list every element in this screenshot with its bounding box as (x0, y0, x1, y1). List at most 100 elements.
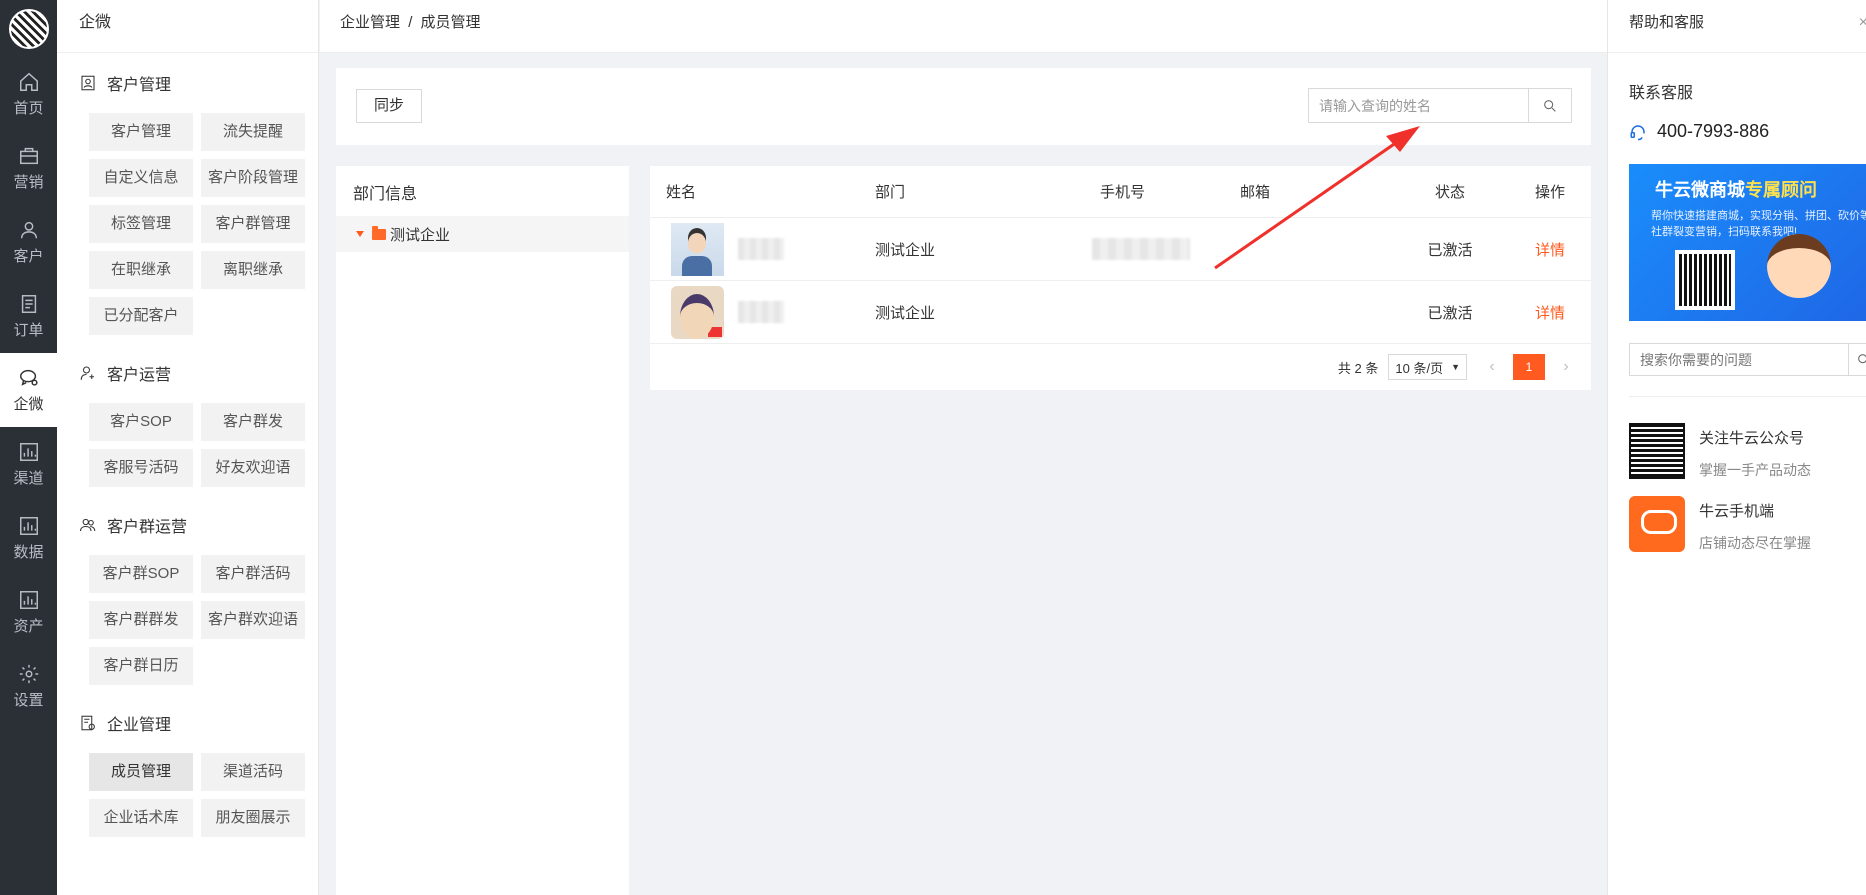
advisor-illustration (1767, 234, 1831, 298)
home-icon (19, 72, 38, 91)
department-tree-node[interactable]: 测试企业 (336, 216, 629, 252)
enterprise-icon (81, 715, 95, 731)
menu-btn-member-management[interactable]: 成员管理 (89, 753, 193, 791)
col-action: 操作 (1534, 184, 1565, 201)
chart-icon (19, 516, 38, 535)
menu-group-enterprise-management: 企业管理 成员管理 渠道活码 企业话术库 朋友圈展示 (57, 701, 318, 845)
menu-btn-group-calendar[interactable]: 客户群日历 (89, 647, 193, 685)
menu-btn-tag-management[interactable]: 标签管理 (89, 205, 193, 243)
menu-btn-onjob-inherit[interactable]: 在职继承 (89, 251, 193, 289)
col-status: 状态 (1434, 184, 1465, 201)
table-header: 姓名 部门 手机号 邮箱 状态 操作 (650, 166, 1591, 218)
help-title: 帮助和客服 (1629, 14, 1705, 31)
menu-btn-customer-management[interactable]: 客户管理 (89, 113, 193, 151)
page-size-select[interactable]: 10 条/页 ▼ (1388, 354, 1467, 380)
help-item-title: 牛云手机端 (1699, 503, 1775, 520)
chevron-right-icon[interactable]: › (1555, 358, 1577, 376)
briefcase-icon (19, 147, 38, 164)
menu-btn-customer-broadcast[interactable]: 客户群发 (201, 403, 305, 441)
total-count: 共 2 条 (1337, 360, 1379, 376)
breadcrumb: 企业管理 / 成员管理 (320, 0, 1607, 53)
menu-btn-channel-qrcode[interactable]: 渠道活码 (201, 753, 305, 791)
menu-btn-churn-reminder[interactable]: 流失提醒 (201, 113, 305, 151)
menu-btn-group-broadcast[interactable]: 客户群群发 (89, 601, 193, 639)
app-logo-icon (1629, 496, 1685, 552)
menu-btn-friend-welcome[interactable]: 好友欢迎语 (201, 449, 305, 487)
close-icon[interactable]: × (1859, 0, 1866, 46)
col-email: 邮箱 (1240, 184, 1271, 201)
rail-item-marketing[interactable]: 营销 (0, 131, 57, 205)
blurred-name (738, 238, 784, 260)
user-icon (20, 221, 37, 238)
blurred-phone (1092, 238, 1190, 260)
folder-icon (372, 225, 386, 240)
help-search-input[interactable] (1630, 344, 1848, 375)
menu-btn-custom-info[interactable]: 自定义信息 (89, 159, 193, 197)
menu-group-group-operation: 客户群运营 客户群SOP 客户群活码 客户群群发 客户群欢迎语 客户群日历 (57, 503, 318, 693)
menu-group-title: 客户管理 (107, 77, 172, 94)
member-search-input[interactable] (1309, 89, 1528, 122)
col-phone: 手机号 (1100, 184, 1146, 201)
cell-status: 已激活 (1427, 241, 1473, 259)
menu-btn-script-library[interactable]: 企业话术库 (89, 799, 193, 837)
flag-icon (708, 326, 722, 337)
secondary-menu: 企微 客户管理 客户管理 流失提醒 自定义信息 客户阶段管理 标签管理 客户群管… (57, 0, 319, 895)
chart-icon (19, 590, 38, 609)
logo-icon (8, 8, 49, 49)
menu-btn-service-qrcode[interactable]: 客服号活码 (89, 449, 193, 487)
search-icon (1857, 353, 1866, 363)
main-nav-rail: 首页 营销 客户 订单 企微 渠道 数据 资产 设置 (0, 0, 57, 895)
rail-item-assets[interactable]: 资产 (0, 575, 57, 649)
avatar (671, 222, 724, 276)
menu-btn-group-management[interactable]: 客户群管理 (201, 205, 305, 243)
rail-item-order[interactable]: 订单 (0, 279, 57, 353)
detail-link[interactable]: 详情 (1535, 242, 1565, 259)
menu-group-customer-management: 客户管理 客户管理 流失提醒 自定义信息 客户阶段管理 标签管理 客户群管理 在… (57, 61, 318, 343)
department-node-label: 测试企业 (390, 226, 451, 244)
menu-btn-resign-inherit[interactable]: 离职继承 (201, 251, 305, 289)
advisor-banner[interactable]: 牛云微商城专属顾问 帮你快速搭建商城，实现分销、拼团、砍价等社群裂变营销，扫码联… (1629, 164, 1866, 321)
menu-btn-group-welcome[interactable]: 客户群欢迎语 (201, 601, 305, 639)
cell-status: 已激活 (1427, 304, 1473, 322)
department-panel: 部门信息 测试企业 (336, 166, 629, 895)
help-item-mobile-app[interactable]: 牛云手机端 店铺动态尽在掌握 (1608, 480, 1866, 553)
help-panel: 帮助和客服 × 联系客服 400-7993-886 牛云微商城专属顾问 帮你快速… (1607, 0, 1866, 895)
rail-item-home[interactable]: 首页 (0, 57, 57, 131)
contact-card-icon (81, 75, 95, 91)
rail-item-data[interactable]: 数据 (0, 501, 57, 575)
menu-btn-customer-sop[interactable]: 客户SOP (89, 403, 193, 441)
wecom-chat-icon (19, 369, 38, 386)
search-button[interactable] (1528, 89, 1571, 122)
page-number-current[interactable]: 1 (1513, 354, 1545, 380)
qr-code-image (1629, 423, 1685, 479)
menu-group-customer-operation: 客户运营 客户SOP 客户群发 客服号活码 好友欢迎语 (57, 351, 318, 495)
detail-link[interactable]: 详情 (1535, 305, 1565, 322)
rail-item-customer[interactable]: 客户 (0, 205, 57, 279)
qr-code-image (1675, 250, 1735, 310)
cell-dept: 测试企业 (875, 241, 936, 259)
help-search (1629, 343, 1866, 376)
rail-item-wecom[interactable]: 企微 (0, 353, 57, 427)
order-icon (21, 294, 36, 313)
breadcrumb-parent[interactable]: 企业管理 (340, 14, 400, 31)
menu-group-title: 客户运营 (107, 367, 172, 384)
menu-btn-customer-stage[interactable]: 客户阶段管理 (201, 159, 305, 197)
chevron-left-icon[interactable]: ‹ (1481, 358, 1503, 376)
app-logo[interactable] (0, 0, 57, 57)
cell-dept: 测试企业 (875, 304, 936, 322)
avatar (671, 285, 724, 339)
menu-group-title: 企业管理 (107, 717, 172, 734)
table-row: 测试企业 已激活 详情 (650, 281, 1591, 344)
menu-btn-assigned-customers[interactable]: 已分配客户 (89, 297, 193, 335)
help-item-desc: 掌握一手产品动态 (1699, 462, 1811, 478)
menu-btn-moments-display[interactable]: 朋友圈展示 (201, 799, 305, 837)
menu-btn-group-sop[interactable]: 客户群SOP (89, 555, 193, 593)
menu-btn-group-qrcode[interactable]: 客户群活码 (201, 555, 305, 593)
caret-down-icon[interactable] (356, 231, 364, 237)
help-item-wechat-account[interactable]: 关注牛云公众号 掌握一手产品动态 (1608, 397, 1866, 480)
help-search-button[interactable] (1848, 344, 1866, 375)
rail-item-settings[interactable]: 设置 (0, 649, 57, 723)
sync-button[interactable]: 同步 (356, 89, 422, 123)
rail-item-channel[interactable]: 渠道 (0, 427, 57, 501)
breadcrumb-current: 成员管理 (420, 14, 481, 31)
